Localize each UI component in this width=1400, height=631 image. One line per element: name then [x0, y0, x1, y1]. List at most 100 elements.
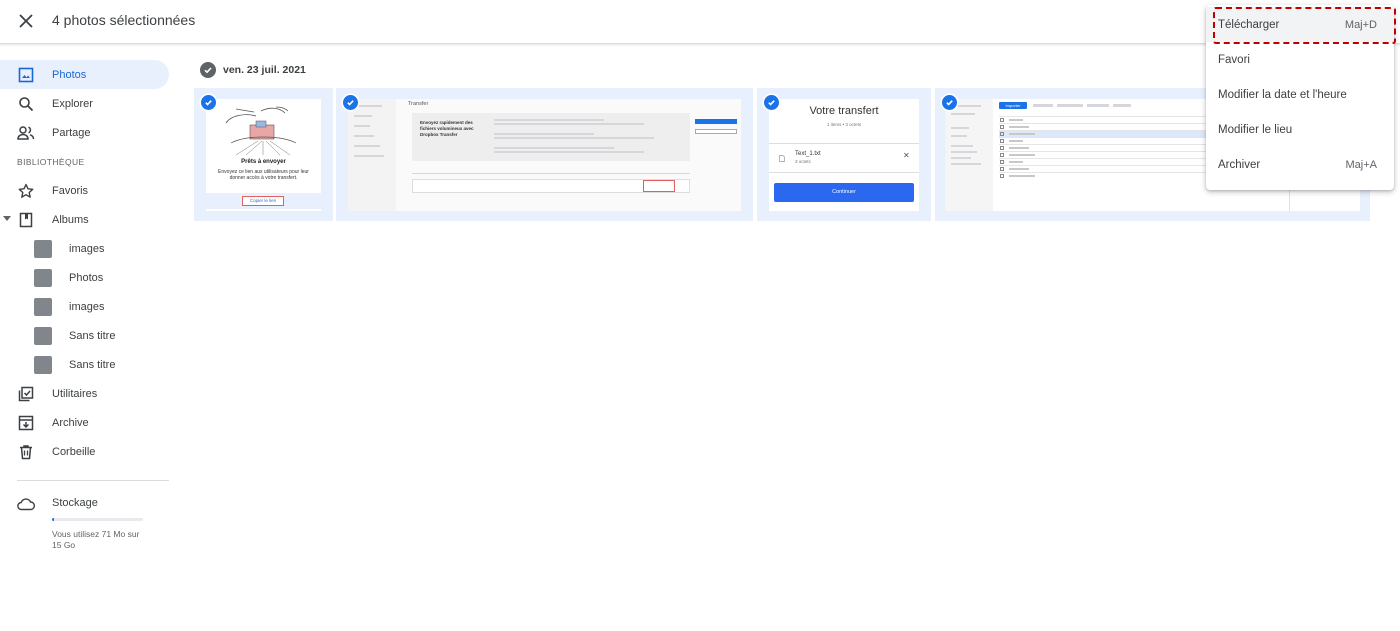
photo-selected-checkbox[interactable]	[201, 95, 216, 110]
check-icon	[204, 67, 212, 74]
sidebar-item-favoris[interactable]: Favoris	[0, 176, 180, 205]
illustration-image	[225, 106, 297, 156]
menu-item-label: Archiver	[1218, 158, 1261, 171]
mock-row-checkbox	[1000, 146, 1004, 150]
photo-selected-checkbox[interactable]	[764, 95, 779, 110]
album-label: Photos	[69, 271, 104, 284]
album-item[interactable]: images	[0, 292, 180, 321]
star-icon	[17, 182, 35, 200]
sidebar-item-photos[interactable]: Photos	[0, 60, 169, 89]
continue-button[interactable]: Continuer	[774, 183, 914, 202]
sidebar-item-label: Favoris	[52, 184, 89, 197]
album-label: images	[69, 300, 105, 313]
mock-file-row	[412, 179, 690, 193]
sidebar-item-label: Utilitaires	[52, 387, 98, 400]
sidebar-item-albums[interactable]: Albums	[0, 205, 180, 234]
check-icon	[347, 100, 354, 106]
menu-item-download[interactable]: Télécharger Maj+D	[1206, 7, 1394, 42]
photo-thumbnail[interactable]: Prêts à envoyer Envoyez ce lien aux util…	[194, 88, 333, 221]
album-item[interactable]: Sans titre	[0, 350, 180, 379]
menu-item-label: Favori	[1218, 53, 1250, 66]
sidebar-item-utilitaires[interactable]: Utilitaires	[0, 379, 180, 408]
album-item[interactable]: images	[0, 234, 180, 263]
sidebar-item-label: Corbeille	[52, 445, 96, 458]
trash-icon	[17, 443, 35, 461]
mock-row-checkbox	[1000, 167, 1004, 171]
album-label: Sans titre	[69, 329, 116, 342]
expand-caret-icon[interactable]	[3, 216, 11, 221]
album-label: images	[69, 242, 105, 255]
photo-selected-checkbox[interactable]	[343, 95, 358, 110]
mock-row-text	[1009, 133, 1035, 135]
storage-usage-fill	[52, 518, 54, 521]
date-group-header: ven. 23 juil. 2021	[200, 62, 306, 78]
menu-item-favorite[interactable]: Favori	[1206, 42, 1394, 77]
archive-icon	[17, 414, 35, 432]
album-thumbnail	[34, 327, 52, 345]
date-group-label: ven. 23 juil. 2021	[223, 64, 306, 76]
mock-row-text	[1009, 126, 1029, 128]
sidebar-item-label: Partage	[52, 126, 91, 139]
file-icon	[779, 155, 785, 162]
album-icon	[17, 211, 35, 229]
photo-icon	[17, 66, 35, 84]
check-icon	[946, 100, 953, 106]
album-item[interactable]: Sans titre	[0, 321, 180, 350]
sidebar: Photos Explorer Partage BIBLIOTHÈQUE Fav…	[0, 60, 180, 551]
transfer-subtitle: 1 items • 3 octets	[826, 122, 862, 127]
storage-section[interactable]: Stockage Vous utilisez 71 Mo sur 15 Go	[0, 497, 180, 551]
album-thumbnail	[34, 269, 52, 287]
check-icon	[205, 100, 212, 106]
utilities-icon	[17, 385, 35, 403]
transfer-title: Votre transfert	[809, 105, 879, 117]
menu-item-shortcut: Maj+D	[1344, 18, 1377, 31]
storage-usage-text: Vous utilisez 71 Mo sur 15 Go	[52, 529, 140, 550]
ready-title: Prêts à envoyer	[241, 159, 286, 165]
sidebar-item-label: Albums	[52, 213, 89, 226]
sidebar-item-corbeille[interactable]: Corbeille	[0, 437, 180, 466]
menu-item-edit-location[interactable]: Modifier le lieu	[1206, 112, 1394, 147]
close-selection-button[interactable]	[14, 9, 38, 33]
menu-item-edit-date-time[interactable]: Modifier la date et l'heure	[1206, 77, 1394, 112]
people-icon	[17, 124, 35, 142]
sidebar-item-label: Archive	[52, 416, 89, 429]
ready-description: Envoyez ce lien aux utilisateurs pour le…	[218, 169, 309, 181]
group-select-checkbox[interactable]	[200, 62, 216, 78]
storage-usage-bar	[52, 518, 143, 521]
storage-label: Stockage	[52, 497, 98, 509]
mock-row-checkbox	[1000, 132, 1004, 136]
remove-file-icon[interactable]: ✕	[903, 151, 910, 160]
search-icon	[17, 95, 35, 113]
check-icon	[768, 100, 775, 106]
album-thumbnail	[34, 356, 52, 374]
mock-row-checkbox	[1000, 139, 1004, 143]
mock-row-checkbox	[1000, 118, 1004, 122]
sidebar-item-archive[interactable]: Archive	[0, 408, 180, 437]
sidebar-item-label: Photos	[52, 68, 87, 81]
sidebar-item-label: Explorer	[52, 97, 93, 110]
menu-item-archive[interactable]: Archiver Maj+A	[1206, 147, 1394, 182]
album-item[interactable]: Photos	[0, 263, 180, 292]
mock-row-checkbox	[1000, 125, 1004, 129]
mock-row-text	[1009, 175, 1035, 177]
selection-toolbar: 4 photos sélectionnées	[0, 0, 1400, 44]
mock-banner-text: Envoyez rapidement des fichiers volumine…	[420, 120, 474, 137]
menu-item-label: Modifier le lieu	[1218, 123, 1293, 136]
photo-content: Prêts à envoyer Envoyez ce lien aux util…	[206, 99, 321, 211]
photo-selected-checkbox[interactable]	[942, 95, 957, 110]
mock-row-checkbox	[1000, 153, 1004, 157]
close-icon	[19, 14, 33, 28]
photo-thumbnail[interactable]: Votre transfert 1 items • 3 octets Text_…	[757, 88, 931, 221]
copy-link-button[interactable]: Copier le lien	[242, 196, 284, 206]
mock-row-text	[1009, 154, 1035, 156]
album-label: Sans titre	[69, 358, 116, 371]
transfer-file-size: 3 octets	[795, 159, 811, 164]
context-menu: Télécharger Maj+D Favori Modifier la dat…	[1206, 5, 1394, 190]
sidebar-item-explorer[interactable]: Explorer	[0, 89, 180, 118]
menu-item-shortcut: Maj+A	[1345, 158, 1378, 171]
sidebar-item-partage[interactable]: Partage	[0, 118, 180, 147]
mock-row-checkbox	[1000, 160, 1004, 164]
mock-heading: Transfer	[408, 101, 429, 107]
transfer-file-row: Text_1.txt 3 octets ✕	[769, 143, 919, 173]
photo-thumbnail[interactable]: Transfer Envoyez rapidement des fichiers…	[336, 88, 753, 221]
